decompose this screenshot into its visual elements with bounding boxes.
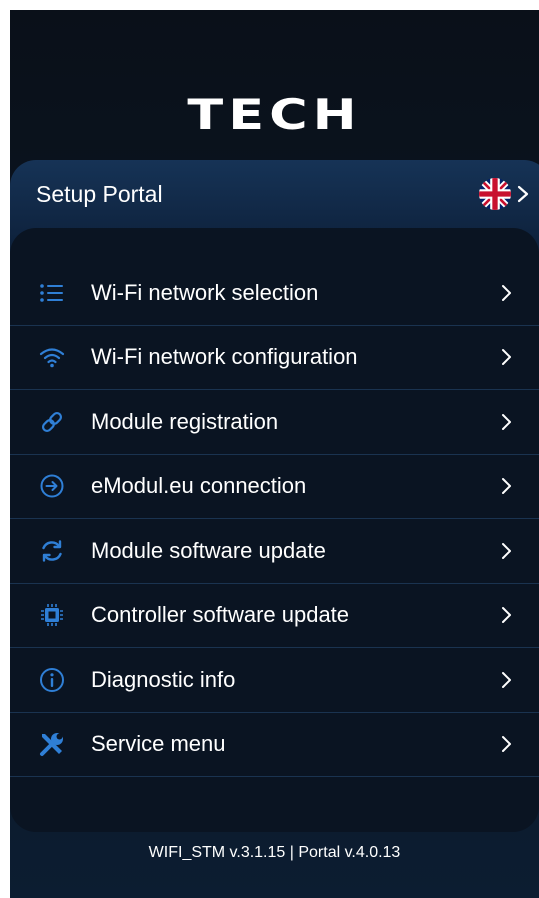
list-icon [40,283,63,302]
menu-item-label: eModul.eu connection [91,473,307,499]
menu-item-label: Controller software update [91,602,350,628]
wifi-icon [39,348,65,368]
menu-item-emodul-connection[interactable]: eModul.eu connection [10,455,539,519]
menu-item-label: Wi-Fi network selection [91,279,319,305]
tools-icon [40,733,63,757]
menu-item-module-registration[interactable]: Module registration [10,390,539,455]
chevron-right-icon [502,349,511,366]
chevron-right-icon [502,607,511,624]
version-footer: WIFI_STM v.3.1.15 | Portal v.4.0.13 [148,844,401,861]
menu-item-label: Service menu [91,731,226,757]
info-icon [40,667,64,692]
chevron-right-icon [502,413,511,430]
uk-flag-icon [479,178,511,210]
chevron-right-icon [517,185,529,203]
menu-item-wifi-selection[interactable]: Wi-Fi network selection [10,261,539,326]
tech-logo: TECH [187,90,362,139]
menu-item-service-menu[interactable]: Service menu [10,713,539,777]
menu-item-diagnostic-info[interactable]: Diagnostic info [10,648,539,713]
menu-item-wifi-configuration[interactable]: Wi-Fi network configuration [10,326,539,390]
chevron-right-icon [502,478,511,495]
menu-item-controller-software-update[interactable]: Controller software update [10,584,539,648]
arrow-circle-icon [40,474,64,498]
chevron-right-icon [502,671,511,688]
menu-item-label: Module registration [91,408,279,434]
chevron-right-icon [502,736,511,753]
language-selector-button[interactable] [479,176,529,212]
menu-item-label: Wi-Fi network configuration [91,344,358,370]
chevron-right-icon [502,542,511,559]
chevron-right-icon [502,284,511,301]
refresh-icon [42,540,62,562]
setup-menu: Wi-Fi network selection Wi-Fi network co… [10,261,539,777]
menu-item-label: Diagnostic info [91,666,236,692]
menu-item-label: Module software update [91,537,326,563]
menu-item-module-software-update[interactable]: Module software update [10,519,539,584]
link-icon [41,411,63,432]
app-screen: TECH Setup Portal Wi-Fi network selectio… [10,10,539,898]
page-title: Setup Portal [36,181,163,207]
chip-icon [41,604,63,627]
